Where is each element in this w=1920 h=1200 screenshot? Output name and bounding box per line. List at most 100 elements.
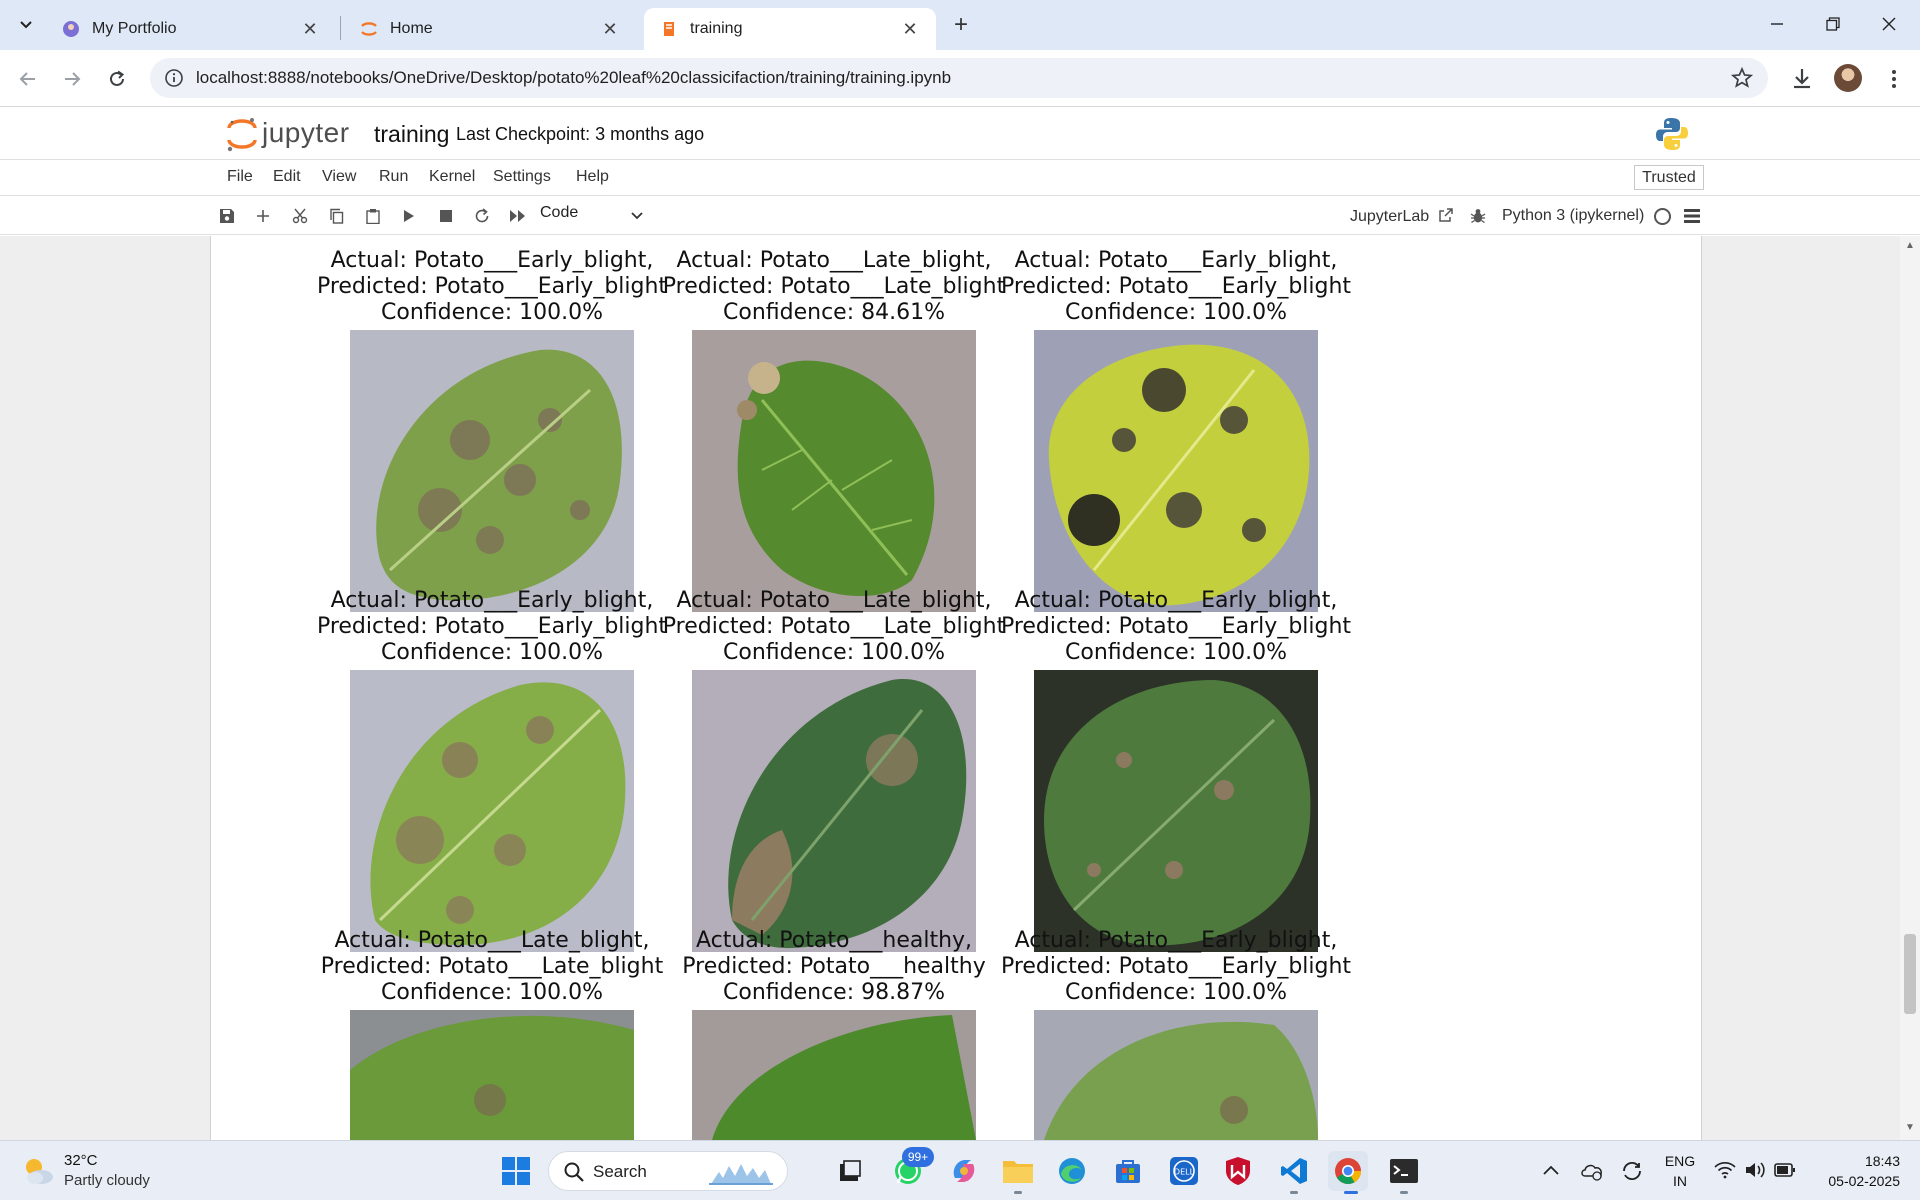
address-bar[interactable]: localhost:8888/notebooks/OneDrive/Deskto…: [150, 58, 1768, 98]
menu-view[interactable]: View: [322, 168, 356, 186]
start-button[interactable]: [496, 1151, 536, 1191]
file-explorer-taskbar-app[interactable]: [998, 1151, 1038, 1191]
volume-icon[interactable]: [1744, 1160, 1766, 1180]
browser-menu-button[interactable]: [1878, 63, 1910, 95]
partly-cloudy-icon[interactable]: [20, 1153, 56, 1189]
close-icon: [1882, 17, 1896, 31]
leaf-image: [692, 670, 976, 952]
browser-tab-home[interactable]: Home ✕: [344, 8, 636, 50]
cut-button[interactable]: [289, 205, 311, 227]
weather-description[interactable]: Partly cloudy: [64, 1172, 150, 1189]
windows-logo-icon: [502, 1157, 530, 1185]
onedrive-sync-icon[interactable]: [1580, 1159, 1604, 1181]
leaf-image: [692, 1010, 976, 1140]
close-tab-icon[interactable]: ✕: [600, 19, 620, 39]
jupyterlab-label: JupyterLab: [1350, 208, 1430, 225]
predicted-label: Predicted: Potato___Early_blight: [316, 274, 668, 299]
reload-button[interactable]: [101, 63, 133, 95]
dell-logo-icon: DELL: [1170, 1157, 1198, 1185]
paste-button[interactable]: [362, 205, 384, 227]
scrollbar-thumb[interactable]: [1904, 934, 1916, 1014]
dell-taskbar-app[interactable]: DELL: [1164, 1151, 1204, 1191]
menu-run[interactable]: Run: [379, 168, 408, 186]
url-text[interactable]: localhost:8888/notebooks/OneDrive/Deskto…: [196, 68, 951, 88]
close-window-button[interactable]: [1866, 8, 1912, 40]
mcafee-taskbar-app[interactable]: [1218, 1151, 1258, 1191]
cell-type-value: Code: [540, 204, 579, 221]
chevron-up-icon[interactable]: [1542, 1163, 1560, 1177]
leaf-image: [1034, 1010, 1318, 1140]
vscode-taskbar-app[interactable]: [1274, 1151, 1314, 1191]
running-indicator: [1290, 1191, 1298, 1194]
minimize-window-button[interactable]: [1754, 8, 1800, 40]
menu-edit[interactable]: Edit: [273, 168, 301, 186]
profile-avatar[interactable]: [1834, 64, 1862, 92]
close-tab-icon[interactable]: ✕: [900, 19, 920, 39]
menu-kernel[interactable]: Kernel: [429, 168, 475, 186]
scroll-down-arrow-icon[interactable]: ▼: [1904, 1122, 1916, 1133]
download-icon[interactable]: [1786, 63, 1818, 95]
forward-button[interactable]: [56, 63, 88, 95]
predicted-label: Predicted: Potato___Late_blight: [320, 954, 664, 979]
prediction-caption: Actual: Potato___Early_blight, Predicted…: [996, 248, 1356, 326]
browser-tab-strip: My Portfolio ✕ Home ✕ training ✕ +: [0, 0, 1920, 50]
restore-window-button[interactable]: [1810, 8, 1856, 40]
taskbar-search[interactable]: Search: [548, 1151, 788, 1191]
restart-kernel-button[interactable]: [471, 205, 493, 227]
back-button[interactable]: [12, 63, 44, 95]
microsoft-store-taskbar-app[interactable]: [1108, 1151, 1148, 1191]
chrome-taskbar-app[interactable]: [1328, 1151, 1368, 1191]
menu-file[interactable]: File: [227, 168, 253, 186]
notebook-name[interactable]: training: [374, 121, 449, 148]
prediction-caption: Actual: Potato___Late_blight, Predicted:…: [312, 928, 672, 1006]
new-tab-button[interactable]: +: [944, 10, 978, 40]
wifi-icon[interactable]: [1714, 1161, 1736, 1179]
confidence-label: Confidence: 100.0%: [1065, 300, 1287, 325]
cell-type-select[interactable]: Code: [540, 204, 650, 228]
jupyter-wordmark[interactable]: jupyter: [262, 117, 350, 149]
save-button[interactable]: [216, 205, 238, 227]
terminal-taskbar-app[interactable]: [1384, 1151, 1424, 1191]
open-jupyterlab-link[interactable]: JupyterLab: [1350, 207, 1454, 226]
notebook-favicon-icon: [664, 22, 674, 36]
system-clock[interactable]: 18:43 05-02-2025: [1800, 1151, 1900, 1191]
insert-cell-button[interactable]: [252, 205, 274, 227]
python-logo-icon: [1656, 118, 1688, 150]
battery-icon[interactable]: [1774, 1162, 1796, 1178]
copy-button[interactable]: [326, 205, 348, 227]
weather-temperature[interactable]: 32°C: [64, 1152, 98, 1169]
sync-icon[interactable]: [1620, 1159, 1644, 1183]
task-view-button[interactable]: [830, 1151, 870, 1191]
scroll-up-arrow-icon[interactable]: ▲: [1904, 240, 1916, 251]
tab-search-button[interactable]: [10, 10, 42, 40]
running-indicator: [1014, 1191, 1022, 1194]
prediction-caption: Actual: Potato___healthy, Predicted: Pot…: [654, 928, 1014, 1006]
restart-run-all-button[interactable]: [507, 205, 529, 227]
interrupt-kernel-button[interactable]: [435, 205, 457, 227]
edge-taskbar-app[interactable]: [1052, 1151, 1092, 1191]
jupyter-logo-icon[interactable]: [224, 116, 260, 152]
menu-help[interactable]: Help: [576, 168, 609, 186]
notebook-area: Actual: Potato___Early_blight, Predicted…: [0, 236, 1920, 1140]
predicted-label: Predicted: Potato___Early_blight: [1000, 274, 1352, 299]
vertical-scrollbar[interactable]: ▲ ▼: [1900, 236, 1920, 1140]
debugger-bug-icon[interactable]: [1470, 208, 1486, 224]
confidence-label: Confidence: 100.0%: [723, 640, 945, 665]
language-indicator[interactable]: ENG IN: [1660, 1151, 1700, 1191]
actual-label: Actual: Potato___Early_blight,: [330, 588, 654, 613]
browser-tab-training[interactable]: training ✕: [644, 8, 936, 50]
bookmark-star-icon[interactable]: [1730, 66, 1754, 90]
menu-settings[interactable]: Settings: [493, 168, 551, 186]
trusted-indicator[interactable]: Trusted: [1634, 165, 1704, 190]
clock-time: 18:43: [1864, 1153, 1900, 1169]
close-tab-icon[interactable]: ✕: [300, 19, 320, 39]
browser-tab-my-portfolio[interactable]: My Portfolio ✕: [46, 8, 336, 50]
kernel-name[interactable]: Python 3 (ipykernel): [1502, 207, 1644, 225]
hamburger-menu-icon[interactable]: [1682, 207, 1702, 225]
more-vertical-icon: [1892, 70, 1896, 88]
actual-label: Actual: Potato___Late_blight,: [334, 928, 650, 953]
copilot-taskbar-app[interactable]: [944, 1151, 984, 1191]
run-cell-button[interactable]: [398, 205, 420, 227]
arrow-right-icon: [65, 72, 81, 86]
site-info-icon[interactable]: [164, 68, 184, 88]
